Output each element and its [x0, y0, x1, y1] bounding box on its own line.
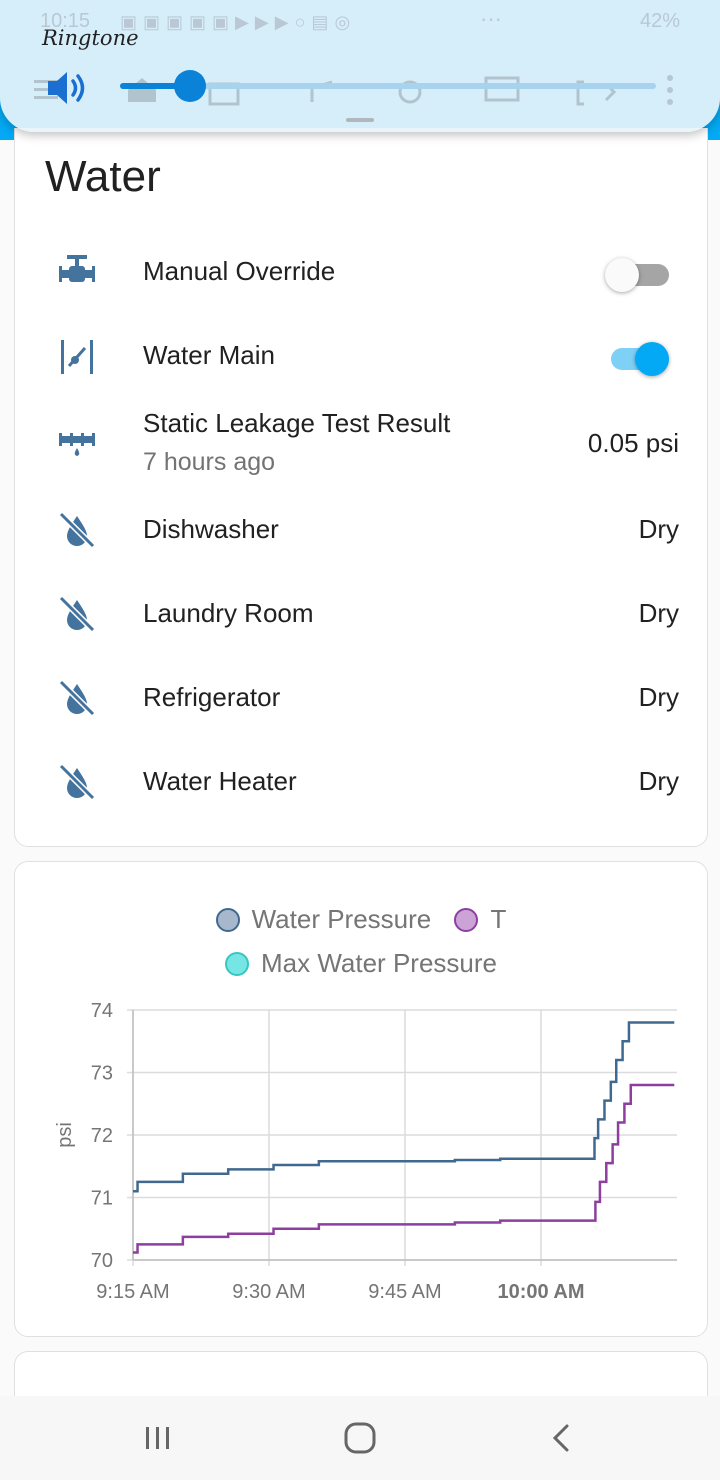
- series-line-t: [133, 1083, 675, 1254]
- row-label: Dishwasher: [143, 514, 279, 544]
- water-card: Water Manual Override Water Main Static …: [14, 128, 708, 847]
- y-tick-label: 72: [91, 1125, 113, 1147]
- x-tick-label: 9:45 AM: [368, 1281, 441, 1303]
- y-tick-label: 74: [91, 1000, 113, 1022]
- x-tick-label: 10:00 AM: [497, 1281, 584, 1303]
- home-circle-icon[interactable]: [340, 1418, 380, 1458]
- volume-slider-thumb[interactable]: [173, 70, 206, 102]
- row-value: Dry: [638, 598, 679, 628]
- row-value: Dry: [638, 514, 679, 544]
- row-value: Dry: [638, 682, 679, 712]
- water-off-icon: [58, 595, 96, 633]
- line-chart[interactable]: 70 71 72 73 74 9:15 AM 9:30 AM 9:45 AM 10:00 AM p…: [15, 862, 707, 1336]
- row-secondary-text: 7 hours ago: [143, 448, 276, 476]
- panel-grab-handle[interactable]: [346, 118, 374, 122]
- water-off-icon: [58, 679, 96, 717]
- row-value: Dry: [638, 766, 679, 796]
- row-value: 0.05 psi: [587, 428, 679, 458]
- water-off-icon: [58, 511, 96, 549]
- row-label: Water Heater: [143, 766, 297, 796]
- more-vertical-icon[interactable]: [660, 70, 680, 110]
- row-label: Manual Override: [143, 256, 336, 286]
- row-label: Laundry Room: [143, 598, 314, 628]
- toggle-thumb[interactable]: [635, 342, 669, 376]
- y-tick-label: 70: [91, 1250, 113, 1272]
- row-dishwasher[interactable]: Dishwasher Dry: [15, 490, 707, 570]
- back-chevron-icon[interactable]: [542, 1418, 582, 1458]
- stream-label: Ringtone: [42, 26, 139, 50]
- notification-icons: ▣▣▣▣▣▶▶▶○▤◎: [120, 12, 357, 32]
- y-axis-label: psi: [54, 1122, 76, 1148]
- manual-override-toggle[interactable]: [605, 252, 671, 292]
- x-tick-label: 9:30 AM: [232, 1281, 305, 1303]
- row-water-heater[interactable]: Water Heater Dry: [15, 742, 707, 822]
- row-label: Refrigerator: [143, 682, 281, 712]
- row-water-main[interactable]: Water Main: [15, 316, 707, 396]
- water-off-icon: [58, 763, 96, 801]
- row-static-leakage-test[interactable]: Static Leakage Test Result 7 hours ago 0…: [15, 400, 707, 496]
- x-tick-label: 9:15 AM: [96, 1281, 169, 1303]
- battery-level: 42%: [639, 10, 680, 32]
- row-label: Static Leakage Test Result: [143, 408, 451, 438]
- more-notifications-icon: ···: [480, 6, 502, 31]
- water-main-toggle[interactable]: [605, 336, 671, 376]
- card-title: Water: [45, 152, 161, 201]
- water-pressure-chart-card: Water Pressure T Max Water Pressure 70 71…: [14, 861, 708, 1337]
- y-tick-label: 71: [91, 1188, 113, 1210]
- valve-open-icon: [61, 340, 93, 374]
- app-toolbar-icons: [34, 76, 617, 106]
- pipe-leak-icon: [59, 433, 95, 456]
- series-line-water-pressure: [133, 1021, 675, 1193]
- row-label: Water Main: [143, 340, 275, 370]
- volume-panel: 10:15 ▣▣▣▣▣▶▶▶○▤◎ ··· 42% Ringtone: [0, 0, 720, 132]
- y-tick-label: 73: [91, 1063, 113, 1085]
- recent-apps-icon[interactable]: [138, 1418, 178, 1458]
- valve-icon: [59, 255, 95, 282]
- system-nav-bar: [0, 1396, 720, 1480]
- row-laundry-room[interactable]: Laundry Room Dry: [15, 574, 707, 654]
- row-manual-override[interactable]: Manual Override: [15, 232, 707, 312]
- toggle-thumb[interactable]: [605, 258, 639, 292]
- row-refrigerator[interactable]: Refrigerator Dry: [15, 658, 707, 738]
- volume-up-icon[interactable]: [46, 68, 94, 108]
